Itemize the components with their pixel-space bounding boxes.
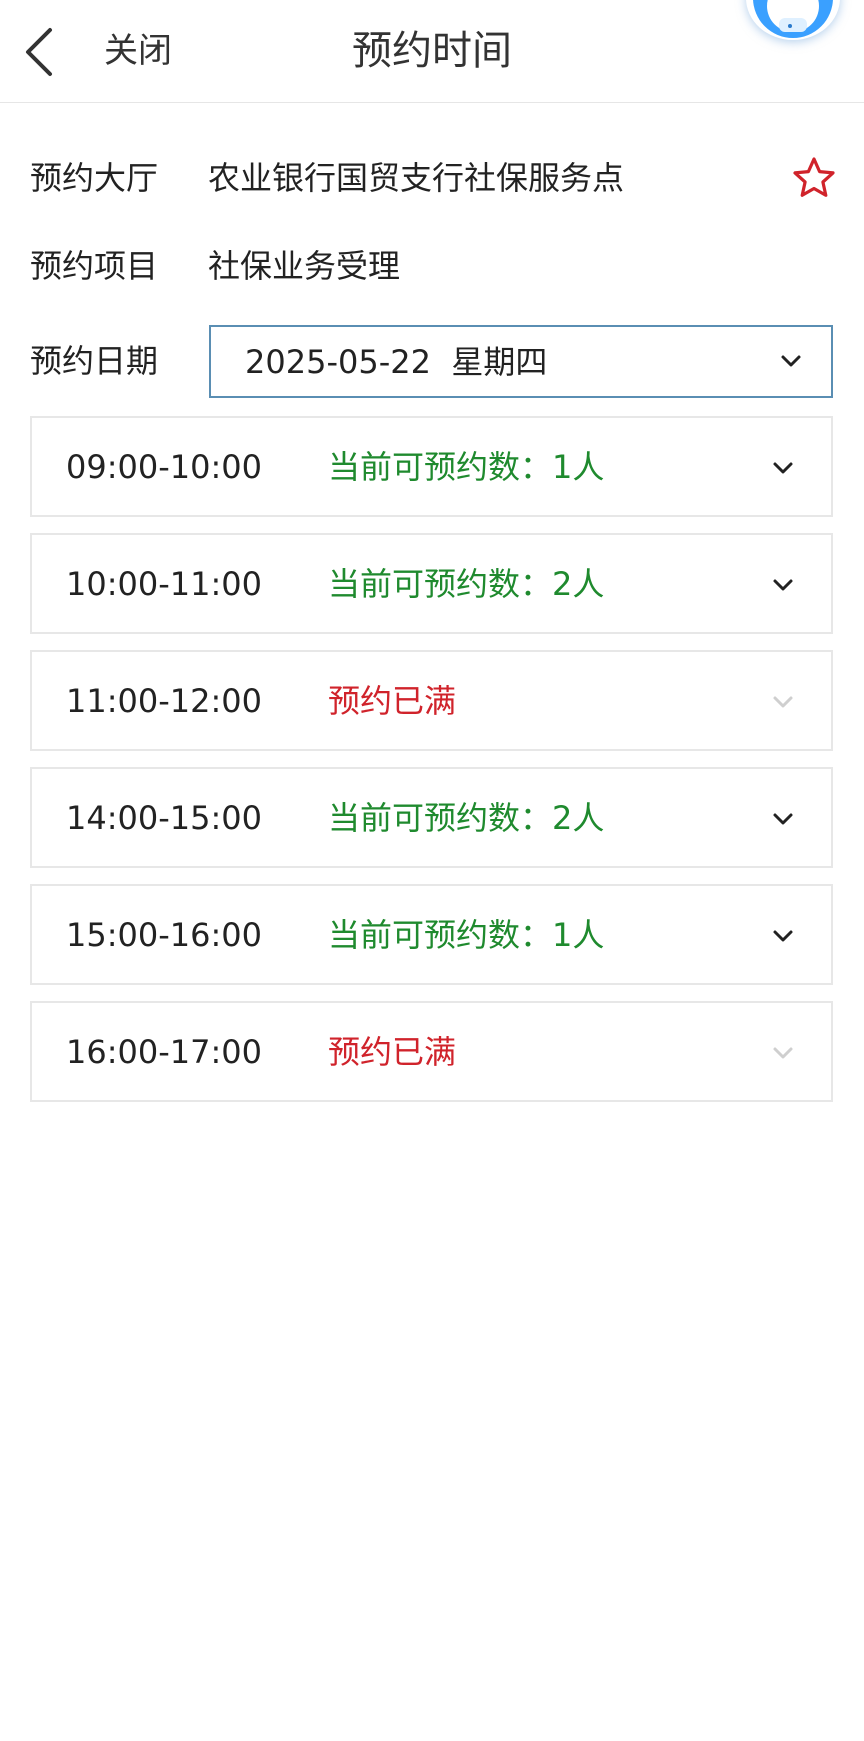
- page-title: 预约时间: [352, 28, 512, 74]
- top-bar: 关闭 预约时间: [0, 0, 864, 103]
- slot-time: 14:00-15:00: [66, 799, 262, 837]
- time-slot: 11:00-12:00 预约已满: [30, 650, 833, 751]
- chevron-down-icon: [773, 1047, 793, 1059]
- slot-status: 预约已满: [328, 1033, 457, 1071]
- slot-status: 当前可预约数：1人: [328, 448, 605, 486]
- time-slot[interactable]: 15:00-16:00 当前可预约数：1人: [30, 884, 833, 985]
- star-outline-icon: [793, 157, 835, 197]
- hall-label: 预约大厅: [30, 159, 159, 197]
- chevron-down-icon: [773, 930, 793, 942]
- time-slot: 16:00-17:00 预约已满: [30, 1001, 833, 1102]
- slot-status: 当前可预约数：1人: [328, 916, 605, 954]
- chevron-down-icon: [773, 696, 793, 708]
- slot-status: 预约已满: [328, 682, 457, 720]
- date-value: 2025-05-22 星期四: [245, 343, 548, 381]
- chevron-down-icon: [773, 462, 793, 474]
- item-label: 预约项目: [30, 247, 159, 285]
- date-label: 预约日期: [30, 342, 159, 380]
- favorite-button[interactable]: [792, 156, 836, 200]
- slot-time: 16:00-17:00: [66, 1033, 262, 1071]
- item-value: 社保业务受理: [208, 247, 401, 285]
- slot-time: 10:00-11:00: [66, 565, 262, 603]
- slot-status: 当前可预约数：2人: [328, 799, 605, 837]
- chevron-down-icon: [773, 813, 793, 825]
- time-slot[interactable]: 10:00-11:00 当前可预约数：2人: [30, 533, 833, 634]
- hall-value: 农业银行国贸支行社保服务点: [208, 159, 625, 197]
- slot-time: 15:00-16:00: [66, 916, 262, 954]
- chevron-down-icon: [781, 355, 801, 367]
- slot-status: 当前可预约数：2人: [328, 565, 605, 603]
- time-slot[interactable]: 14:00-15:00 当前可预约数：2人: [30, 767, 833, 868]
- time-slot[interactable]: 09:00-10:00 当前可预约数：1人: [30, 416, 833, 517]
- slot-time: 09:00-10:00: [66, 448, 262, 486]
- slot-time: 11:00-12:00: [66, 682, 262, 720]
- chevron-down-icon: [773, 579, 793, 591]
- date-dropdown[interactable]: 2025-05-22 星期四: [209, 325, 833, 398]
